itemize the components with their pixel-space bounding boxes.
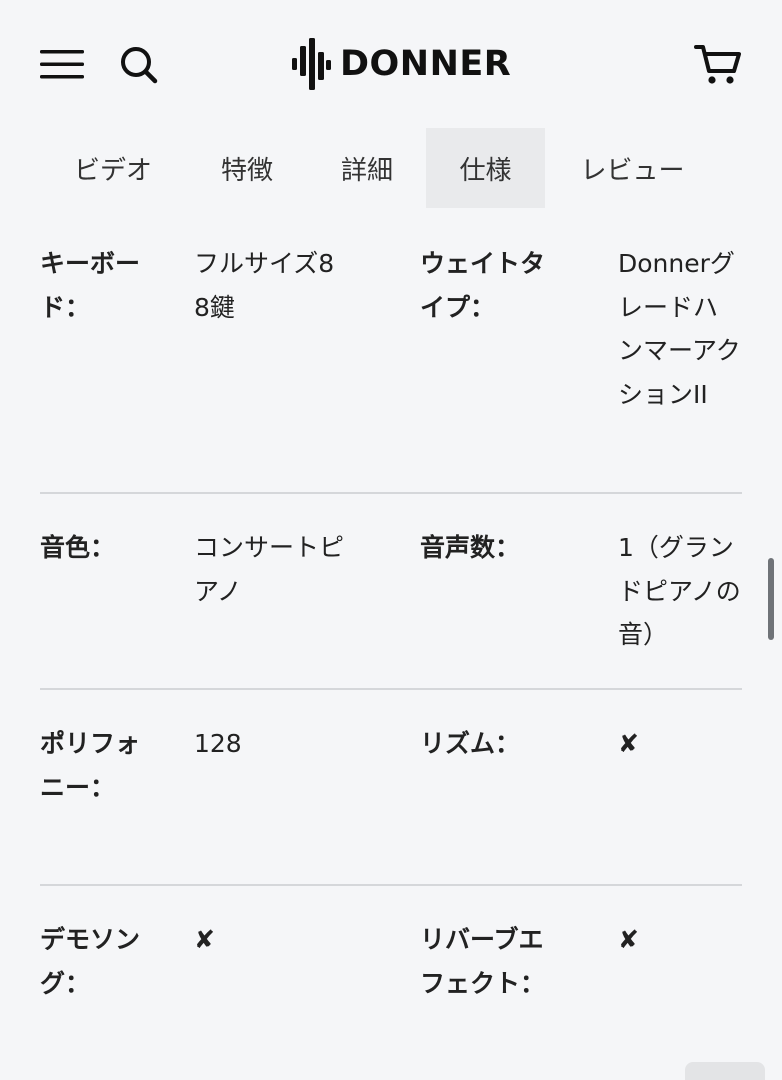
spec-row: 音色： コンサートピアノ 音声数： 1（グランドピアノの音） (40, 526, 742, 666)
spec-value: ✘ (618, 729, 639, 758)
spec-value: DonnerグレードハンマーアクションII (618, 249, 741, 409)
product-spec-page: DONNER ビデオ 特徴 詳細 仕様 レビュー キーボード： フルサイズ88鍵… (0, 0, 782, 1080)
tab-specs[interactable]: 仕様 (426, 128, 545, 208)
search-icon[interactable] (118, 44, 160, 86)
spec-value: ✘ (618, 925, 639, 954)
spec-label: ポリフォニー： (40, 729, 141, 802)
product-tabs: ビデオ 特徴 詳細 仕様 レビュー (0, 128, 782, 208)
spec-value: ✘ (194, 925, 215, 954)
spec-row: ポリフォニー： 128 リズム： ✘ (40, 722, 742, 862)
hamburger-menu-icon[interactable] (40, 48, 84, 80)
donner-logo-mark-icon (292, 38, 331, 90)
spec-label: ウェイトタイプ： (420, 249, 546, 322)
tab-specs-label: 仕様 (459, 155, 512, 186)
spec-label: リズム： (420, 729, 521, 758)
spec-label: デモソング： (40, 925, 141, 998)
tab-features[interactable]: 特徴 (186, 128, 308, 208)
spec-label: リバーブエフェクト： (420, 925, 546, 998)
spec-row: デモソング： ✘ リバーブエフェクト： ✘ (40, 918, 742, 1058)
spec-value: コンサートピアノ (194, 533, 345, 606)
site-header: DONNER (0, 0, 782, 128)
row-divider (40, 688, 742, 690)
tab-reviews[interactable]: レビュー (560, 128, 705, 208)
tab-reviews-label: レビュー (580, 155, 685, 186)
spec-value: 128 (194, 729, 242, 758)
spec-label: 音色： (40, 533, 116, 562)
tab-video[interactable]: ビデオ (48, 128, 178, 208)
spec-row: キーボード： フルサイズ88鍵 ウェイトタイプ： Donnerグレードハンマーア… (40, 242, 742, 472)
tab-features-label: 特徴 (220, 155, 273, 186)
scrollbar-thumb[interactable] (768, 558, 774, 640)
tab-video-label: ビデオ (73, 155, 152, 186)
spec-value: 1（グランドピアノの音） (618, 533, 741, 649)
floating-action-button[interactable] (685, 1062, 765, 1080)
row-divider (40, 492, 742, 494)
spec-value: フルサイズ88鍵 (194, 249, 335, 322)
row-divider (40, 884, 742, 886)
tab-details[interactable]: 詳細 (308, 128, 426, 208)
tab-details-label: 詳細 (340, 155, 393, 186)
spec-label: キーボード： (40, 249, 141, 322)
cart-icon[interactable] (694, 42, 742, 86)
brand-logo[interactable]: DONNER (290, 36, 511, 92)
brand-name: DONNER (340, 43, 512, 84)
spec-label: 音声数： (420, 533, 521, 562)
